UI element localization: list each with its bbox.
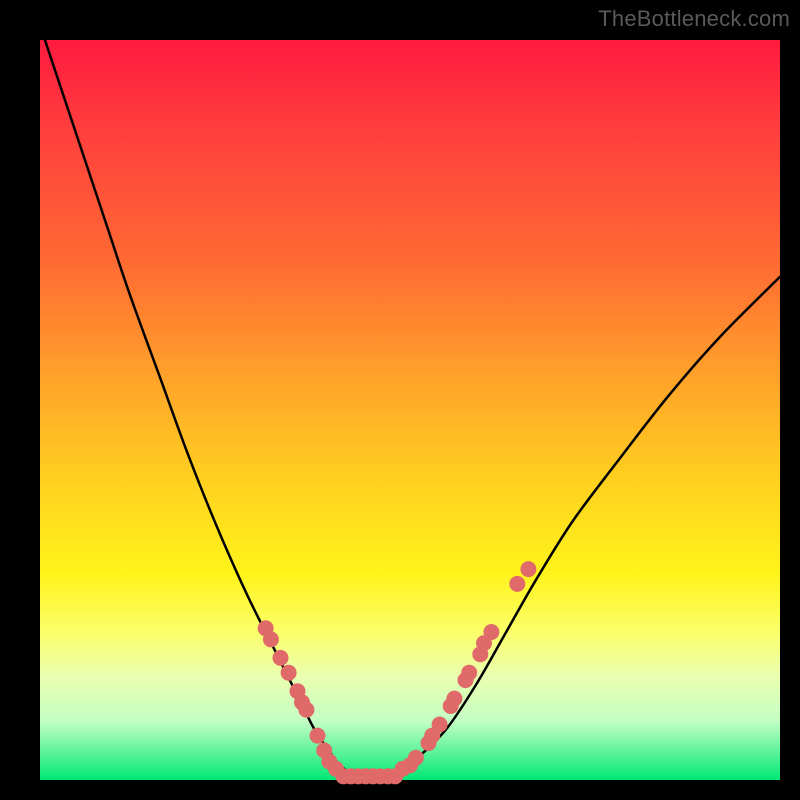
curve-marker: [281, 665, 297, 681]
curve-marker: [483, 624, 499, 640]
curve-line: [40, 25, 780, 777]
curve-marker: [461, 665, 477, 681]
curve-marker: [310, 728, 326, 744]
watermark-text: TheBottleneck.com: [598, 6, 790, 32]
plot-area: [40, 40, 780, 780]
curve-marker: [509, 576, 525, 592]
curve-marker: [273, 650, 289, 666]
curve-marker: [408, 750, 424, 766]
chart-frame: TheBottleneck.com: [0, 0, 800, 800]
chart-svg: [40, 40, 780, 780]
curve-marker: [432, 717, 448, 733]
curve-marker: [263, 631, 279, 647]
curve-marker: [298, 702, 314, 718]
curve-markers: [258, 561, 537, 784]
curve-marker: [446, 691, 462, 707]
curve-marker: [520, 561, 536, 577]
